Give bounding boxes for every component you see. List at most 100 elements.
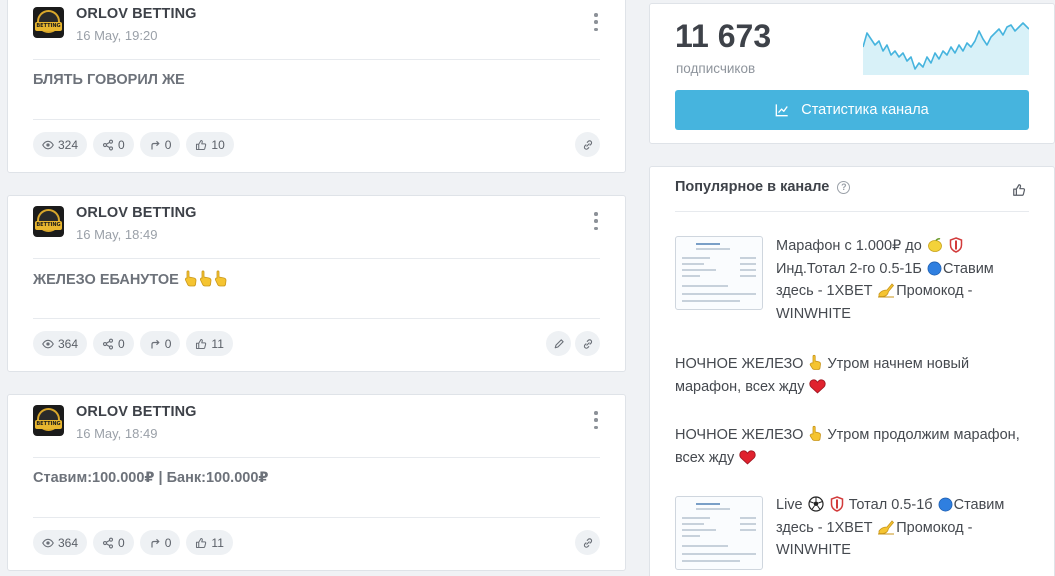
popular-header: Популярное в канале ? — [675, 179, 851, 195]
channel-avatar[interactable]: BETTING — [33, 405, 64, 436]
shield-icon — [830, 496, 843, 512]
forwards-count: 0 — [164, 137, 172, 152]
forwards-chip[interactable]: 0 — [139, 331, 181, 356]
channel-name[interactable]: ORLOV BETTING — [76, 404, 197, 420]
writing-hand-icon — [878, 283, 895, 298]
post-card: BETTING ORLOV BETTING 16 May, 18:49 ЖЕЛЕ… — [7, 195, 626, 372]
channel-name[interactable]: ORLOV BETTING — [76, 205, 197, 221]
forwards-chip[interactable]: 0 — [139, 530, 181, 555]
views-chip[interactable]: 364 — [33, 331, 88, 356]
post-header: BETTING ORLOV BETTING 16 May, 19:20 — [8, 0, 625, 59]
eye-icon — [42, 140, 54, 149]
channel-avatar[interactable]: BETTING — [33, 206, 64, 237]
popular-item[interactable]: Марафон с 1.000₽ до Инд.Тотал 2-го 0.5-1… — [675, 235, 1031, 325]
avatar-logo-ribbon: BETTING — [35, 22, 62, 31]
popular-item-text: Инд.Тотал 2-го 0.5-1Б — [776, 260, 922, 277]
popular-item-text: здесь - 1XBET — [776, 283, 873, 299]
subscribers-count: 11 673 — [675, 18, 772, 54]
shares-chip[interactable]: 0 — [93, 331, 134, 356]
kebab-icon[interactable] — [589, 13, 603, 31]
post-thumbnail — [675, 496, 763, 570]
likes-count: 11 — [211, 336, 224, 351]
popular-item-text: Утром начнем новый — [827, 356, 970, 372]
shares-chip[interactable]: 0 — [93, 132, 134, 157]
post-stats: 324 0 0 10 — [33, 132, 234, 157]
link-icon — [583, 338, 592, 349]
avatar-logo-ribbon: BETTING — [35, 221, 62, 230]
popular-item-text: Live — [776, 497, 803, 513]
shield-icon — [949, 237, 963, 253]
popular-item-text: НОЧНОЕ ЖЕЛЕЗО — [675, 356, 804, 372]
thumbs-up-icon[interactable] — [1012, 183, 1026, 197]
views-chip[interactable]: 364 — [33, 530, 88, 555]
post-footer: 364 0 0 11 — [8, 319, 625, 365]
channel-stats-button[interactable]: Статистика канала — [675, 90, 1029, 130]
views-chip[interactable]: 324 — [33, 132, 88, 157]
pointing-hand-icon — [810, 425, 822, 441]
views-count: 364 — [58, 336, 79, 351]
thumbs-up-icon — [196, 139, 207, 150]
likes-chip[interactable]: 10 — [186, 132, 234, 157]
post-card: BETTING ORLOV BETTING 16 May, 18:49 Став… — [7, 394, 626, 571]
post-date: 16 May, 18:49 — [76, 426, 158, 441]
likes-chip[interactable]: 11 — [186, 530, 233, 555]
writing-hand-icon — [878, 519, 895, 534]
avatar-logo-ribbon: BETTING — [35, 420, 62, 429]
forwards-chip[interactable]: 0 — [139, 132, 181, 157]
soccer-ball-icon — [808, 496, 824, 512]
subscribers-sparkline — [863, 22, 1029, 75]
post-footer: 324 0 0 10 — [8, 120, 625, 166]
share-icon — [102, 338, 114, 349]
popular-title: Популярное в канале — [675, 179, 830, 195]
forwards-count: 0 — [164, 336, 172, 351]
eye-icon — [42, 538, 54, 547]
channel-stats-label: Статистика канала — [801, 102, 929, 118]
post-text: ЖЕЛЕЗО ЕБАНУТОЕ — [8, 259, 625, 318]
lemon-icon — [927, 238, 942, 252]
post-text-content: Ставим:100.000₽ | Банк:100.000₽ — [33, 470, 269, 486]
thumbs-up-icon — [196, 338, 207, 349]
link-icon — [583, 537, 592, 548]
kebab-icon[interactable] — [589, 411, 603, 429]
likes-chip[interactable]: 11 — [186, 331, 233, 356]
help-icon[interactable]: ? — [837, 180, 851, 194]
likes-count: 11 — [211, 535, 224, 550]
views-count: 324 — [58, 137, 79, 152]
forward-icon — [151, 538, 160, 547]
forwards-count: 0 — [164, 535, 172, 550]
divider — [675, 211, 1029, 212]
popular-item-text: Утром продолжим марафон, — [827, 427, 1020, 443]
views-count: 364 — [58, 535, 79, 550]
shares-count: 0 — [118, 535, 125, 550]
likes-count: 10 — [211, 137, 225, 152]
subscribers-label: подписчиков — [676, 61, 756, 76]
copy-link-button[interactable] — [575, 132, 600, 157]
popular-item-text: всех жду — [675, 449, 735, 466]
shares-chip[interactable]: 0 — [93, 530, 134, 555]
post-text: БЛЯТЬ ГОВОРИЛ ЖЕ — [8, 60, 625, 119]
popular-item-text: НОЧНОЕ ЖЕЛЕЗО — [675, 427, 804, 443]
popular-item[interactable]: НОЧНОЕ ЖЕЛЕЗО Утром продолжим марафон, в… — [675, 424, 1031, 469]
channel-name[interactable]: ORLOV BETTING — [76, 6, 197, 22]
popular-item-text: Промокод - — [896, 519, 973, 536]
popular-card: Популярное в канале ? Марафон с 1.000₽ д… — [649, 166, 1055, 576]
kebab-icon[interactable] — [589, 212, 603, 230]
shares-count: 0 — [118, 336, 125, 351]
channel-avatar[interactable]: BETTING — [33, 7, 64, 38]
post-date: 16 May, 19:20 — [76, 28, 158, 43]
edit-post-button[interactable] — [546, 331, 571, 356]
popular-item[interactable]: НОЧНОЕ ЖЕЛЕЗО Утром начнем новый марафон… — [675, 353, 1031, 398]
copy-link-button[interactable] — [575, 331, 600, 356]
pencil-icon — [554, 338, 564, 348]
popular-item[interactable]: Live Тотал 0.5-1б Ставим здесь - 1XBET П… — [675, 494, 1031, 570]
post-header: BETTING ORLOV BETTING 16 May, 18:49 — [8, 395, 625, 457]
popular-item-text: WINWHITE — [776, 542, 851, 558]
post-stats: 364 0 0 11 — [33, 331, 233, 356]
popular-item-text: WINWHITE — [776, 305, 851, 322]
copy-link-button[interactable] — [575, 530, 600, 555]
post-text: Ставим:100.000₽ | Банк:100.000₽ — [8, 458, 625, 517]
link-icon — [583, 139, 592, 150]
post-text-content: БЛЯТЬ ГОВОРИЛ ЖЕ — [33, 72, 185, 88]
share-icon — [102, 537, 114, 548]
popular-item-text: Тотал 0.5-1б — [848, 497, 933, 513]
